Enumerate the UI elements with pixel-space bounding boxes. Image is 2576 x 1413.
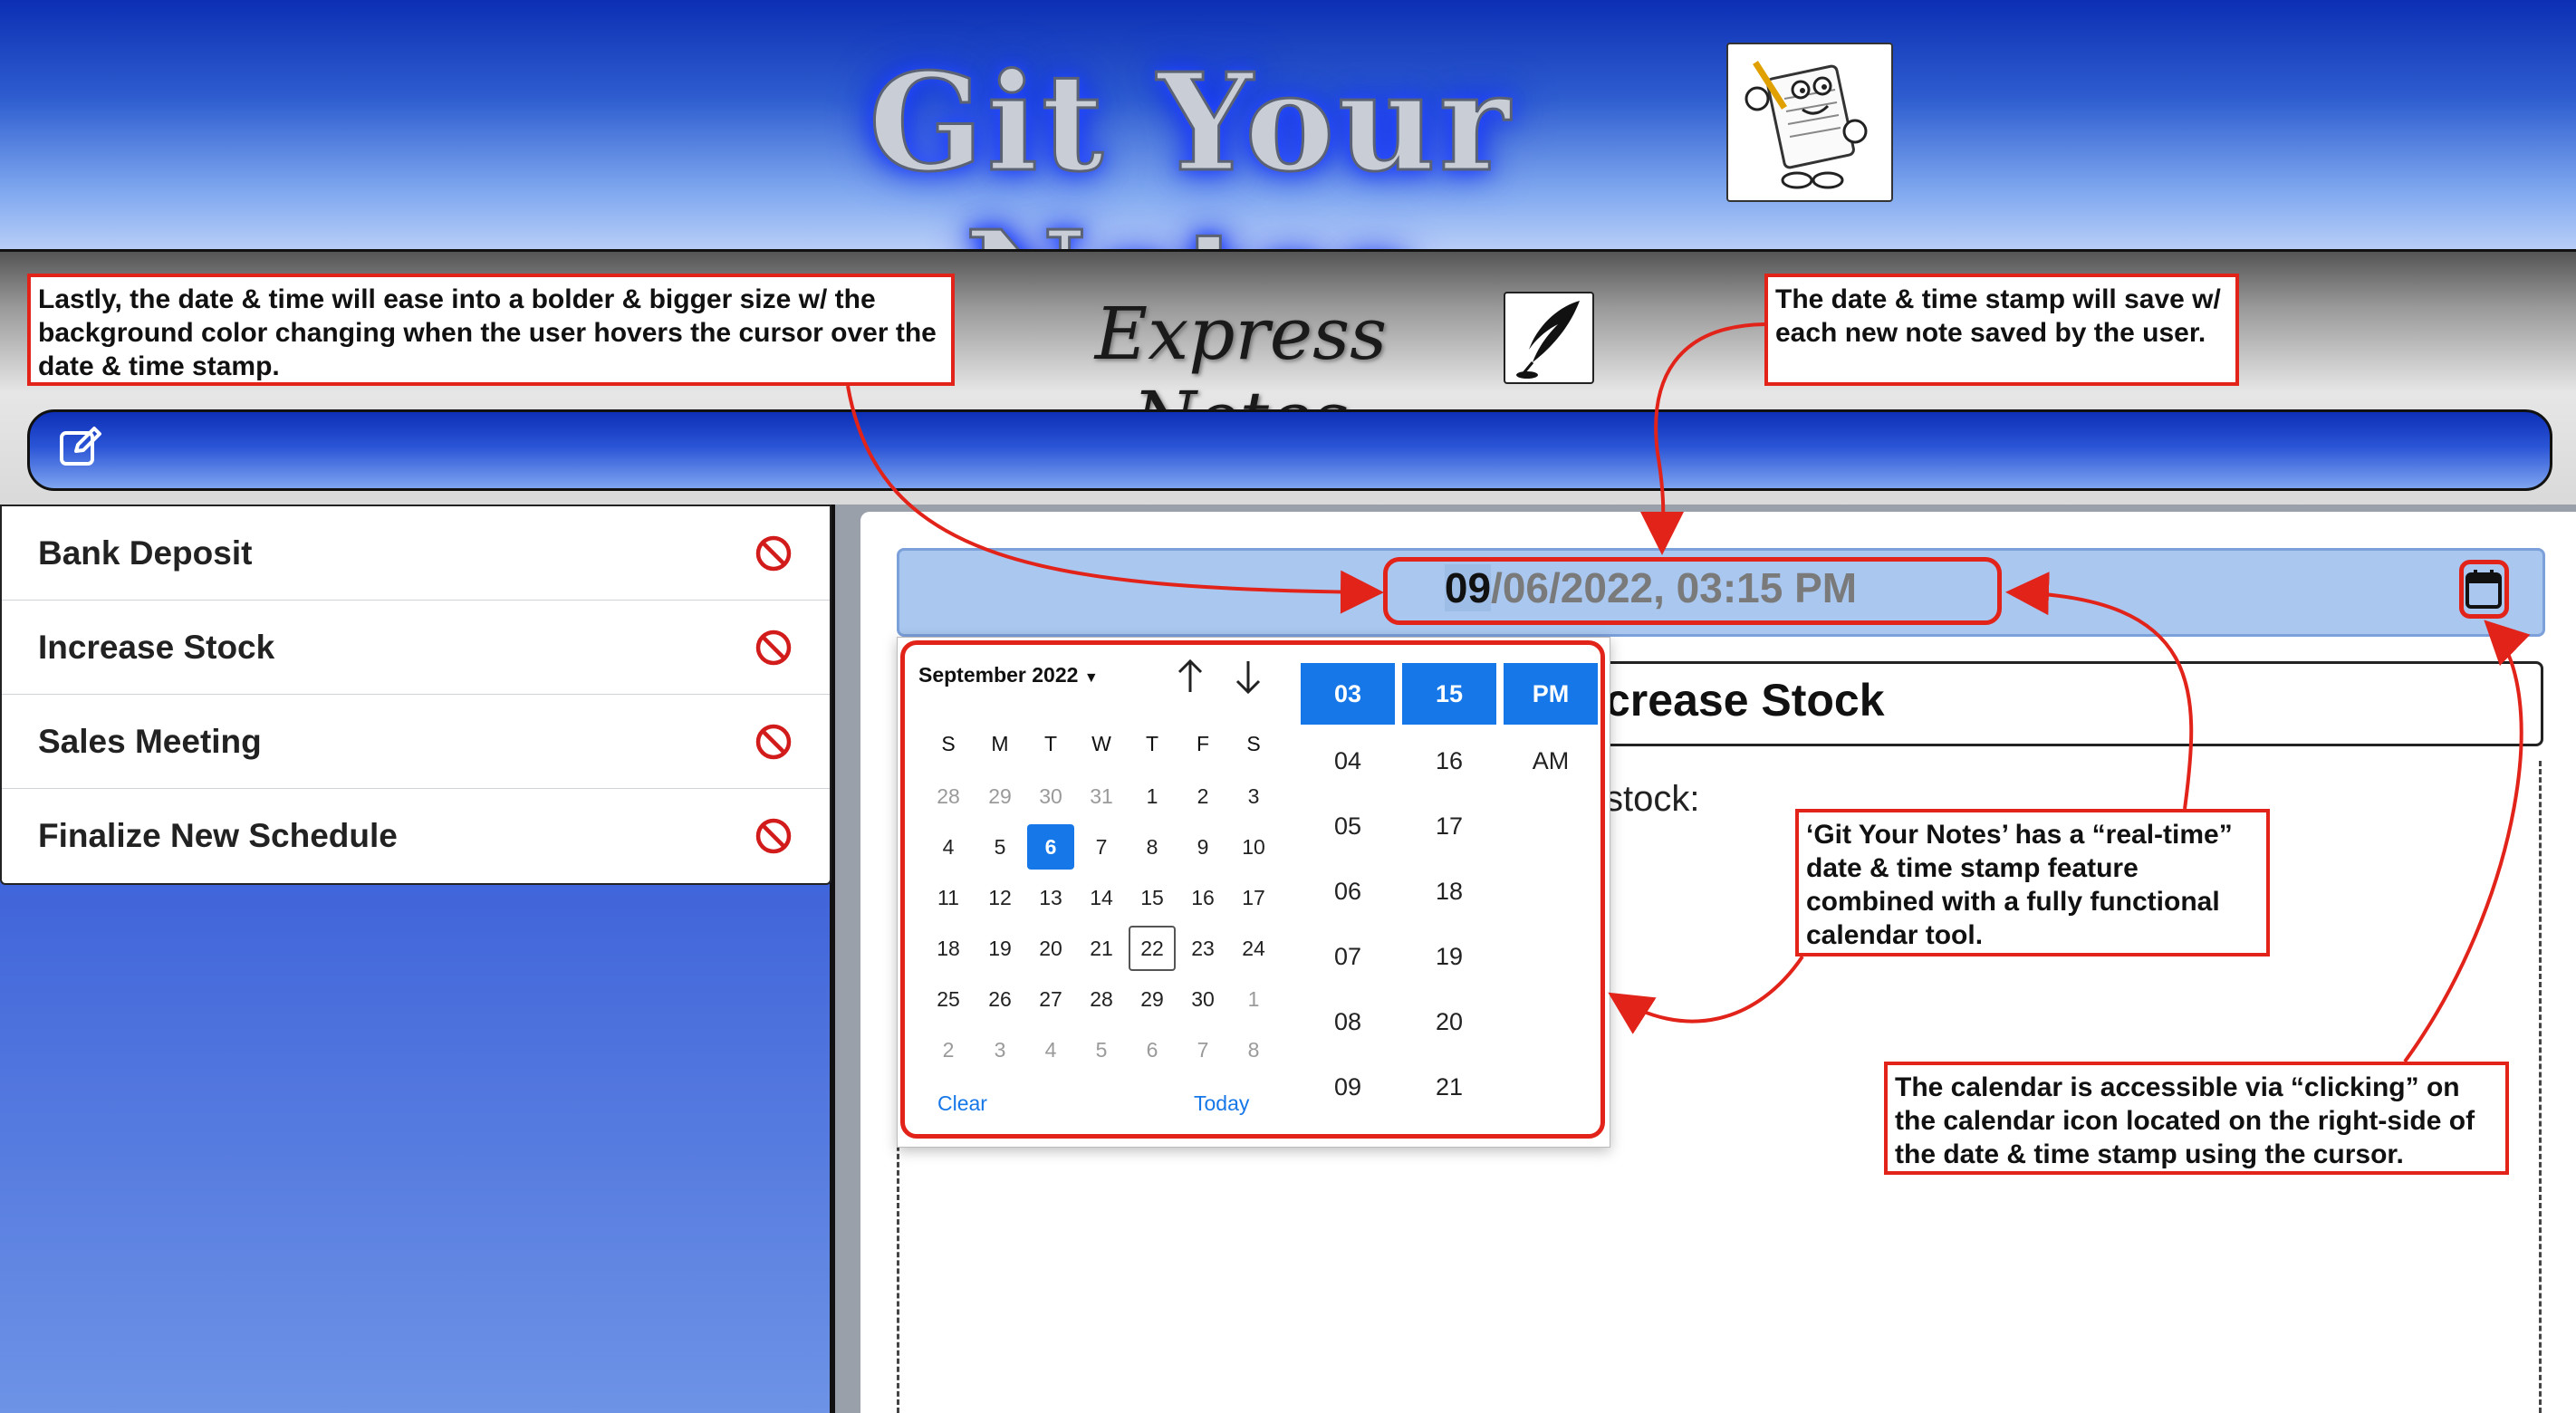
notepad-mascot-icon (1726, 43, 1893, 202)
annotation-save: The date & time stamp will save w/ each … (1764, 274, 2239, 386)
no-entry-icon[interactable] (754, 628, 793, 668)
note-list: Bank Deposit Increase Stock Sales Meetin… (0, 505, 831, 885)
toolbar (27, 409, 2552, 491)
list-item[interactable]: Increase Stock (2, 601, 830, 695)
edit-icon[interactable] (58, 424, 103, 469)
note-title: Sales Meeting (38, 722, 262, 760)
annotation-ring-datetime (1383, 557, 2002, 625)
no-entry-icon[interactable] (754, 722, 793, 762)
list-item[interactable]: Sales Meeting (2, 695, 830, 789)
note-title: Finalize New Schedule (38, 817, 398, 854)
annotation-access: The calendar is accessible via “clicking… (1884, 1062, 2509, 1175)
annotation-ring-picker (900, 640, 1605, 1139)
note-title: Bank Deposit (38, 533, 253, 572)
no-entry-icon[interactable] (754, 533, 793, 573)
list-item[interactable]: Finalize New Schedule (2, 789, 830, 883)
list-item[interactable]: Bank Deposit (2, 506, 830, 601)
annotation-ring-calendar-icon (2459, 560, 2509, 619)
note-title-value: crease Stock (1605, 675, 1885, 726)
no-entry-icon[interactable] (754, 816, 793, 856)
note-title: Increase Stock (38, 628, 275, 666)
annotation-hover: Lastly, the date & time will ease into a… (27, 274, 955, 386)
quill-icon (1504, 292, 1594, 384)
note-body-value: stock: (1605, 779, 1700, 819)
annotation-realtime: ‘Git Your Notes’ has a “real-time” date … (1795, 809, 2270, 956)
